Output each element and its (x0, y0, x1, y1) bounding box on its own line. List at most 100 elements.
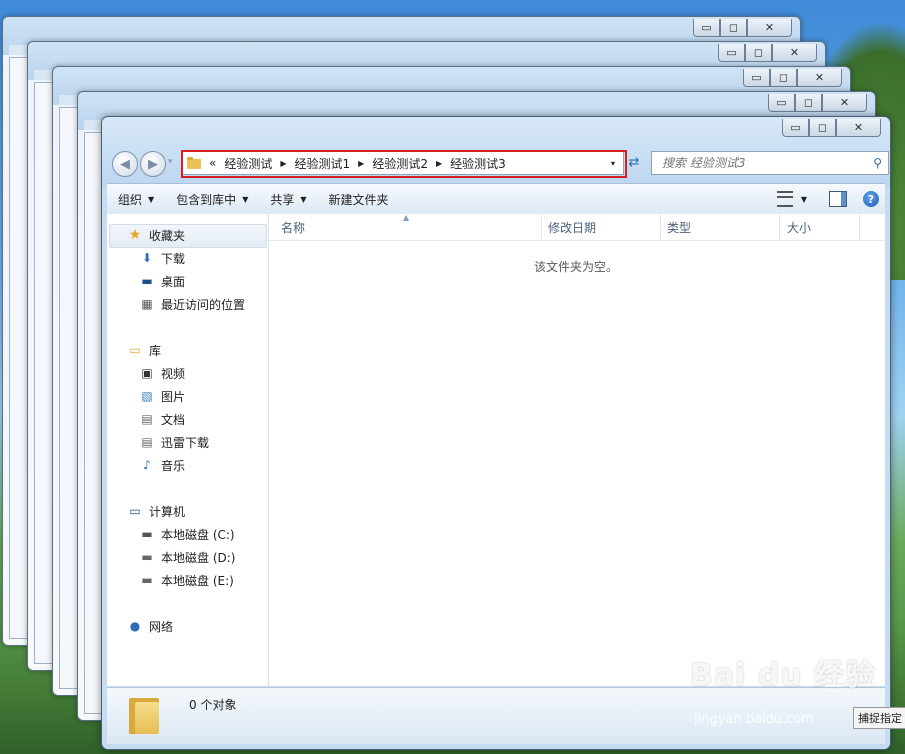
column-headers: ▲ 名称 修改日期 类型 大小 (269, 213, 885, 241)
sidebar-item-drive-d[interactable]: ▬ 本地磁盘 (D:) (139, 546, 235, 568)
sidebar-item-label: 本地磁盘 (C:) (161, 527, 235, 542)
maximize-button[interactable]: ◻ (745, 44, 772, 62)
item-count: 0 个对象 (189, 698, 237, 712)
recent-pages-dropdown[interactable]: ▾ (168, 157, 173, 167)
breadcrumb-overflow[interactable]: « (209, 156, 216, 170)
minimize-button[interactable]: ▭ (782, 119, 809, 137)
minimize-button[interactable]: ▭ (693, 19, 720, 37)
window-controls: ▭ ◻ ✕ (782, 119, 881, 137)
sidebar-item-label: 收藏夹 (149, 228, 186, 243)
system-drive-icon: ▬ (141, 527, 153, 541)
column-header-type[interactable]: 类型 (661, 214, 780, 240)
close-button[interactable]: ✕ (822, 94, 867, 112)
organize-label: 组织 (118, 192, 143, 207)
chevron-down-icon: ▼ (148, 194, 155, 204)
sidebar-item-downloads[interactable]: ⬇ 下载 (139, 247, 185, 269)
command-bar: 组织 ▼ 包含到库中 ▼ 共享 ▼ 新建文件夹 ▼ ? (107, 183, 885, 215)
chevron-down-icon: ▼ (242, 194, 249, 204)
back-button[interactable]: ◀ (112, 151, 138, 177)
close-button[interactable]: ✕ (747, 19, 792, 37)
column-header-label: 类型 (667, 220, 692, 235)
sidebar-item-thunder-downloads[interactable]: ▤ 迅雷下载 (139, 431, 209, 453)
picture-icon: ▧ (141, 389, 153, 403)
new-folder-button[interactable]: 新建文件夹 (318, 191, 400, 208)
sidebar-item-music[interactable]: ♪ 音乐 (139, 454, 185, 476)
view-options-icon[interactable] (776, 191, 793, 207)
column-header-size[interactable]: 大小 (781, 214, 860, 240)
close-button[interactable]: ✕ (836, 119, 881, 137)
folder-icon (187, 157, 201, 169)
minimize-button[interactable]: ▭ (743, 69, 770, 87)
preview-pane-icon[interactable] (829, 191, 847, 207)
sidebar-item-drive-c[interactable]: ▬ 本地磁盘 (C:) (139, 523, 235, 545)
minimize-button[interactable]: ▭ (768, 94, 795, 112)
sidebar-item-drive-e[interactable]: ▬ 本地磁盘 (E:) (139, 569, 234, 591)
chevron-right-icon[interactable]: ▶ (436, 159, 442, 168)
sidebar-item-label: 视频 (161, 366, 186, 381)
sidebar-item-desktop[interactable]: ▬ 桌面 (139, 270, 185, 292)
breadcrumb-item[interactable]: 经验测试 (224, 155, 272, 172)
breadcrumb-item[interactable]: 经验测试1 (295, 155, 351, 172)
chevron-right-icon[interactable]: ▶ (280, 159, 286, 168)
maximize-button[interactable]: ◻ (720, 19, 747, 37)
help-icon[interactable]: ? (863, 191, 879, 207)
chevron-down-icon: ▼ (300, 194, 307, 204)
share-label: 共享 (270, 192, 295, 207)
search-icon[interactable]: ⚲ (873, 156, 882, 170)
sidebar-item-documents[interactable]: ▤ 文档 (139, 408, 185, 430)
window-controls: ▭ ◻ ✕ (693, 19, 792, 37)
drive-icon: ▬ (141, 550, 153, 564)
sidebar-item-label: 图片 (161, 389, 186, 404)
maximize-button[interactable]: ◻ (809, 119, 836, 137)
search-input[interactable] (660, 155, 864, 171)
sidebar-item-label: 最近访问的位置 (161, 297, 246, 312)
sidebar-item-label: 库 (149, 343, 162, 358)
close-button[interactable]: ✕ (797, 69, 842, 87)
recent-places-icon: ▦ (141, 297, 153, 311)
file-list-pane[interactable]: ▲ 名称 修改日期 类型 大小 该文件夹为空。 (269, 213, 885, 686)
chevron-right-icon[interactable]: ▶ (358, 159, 364, 168)
navigation-pane: ★ 收藏夹 ⬇ 下载 ▬ 桌面 ▦ 最近访问的位置 ▭ 库 ▣ 视频 ▧ 图片 … (107, 214, 269, 686)
refresh-icon[interactable]: ⇄ (624, 151, 644, 173)
minimize-button[interactable]: ▭ (718, 44, 745, 62)
sidebar-item-label: 迅雷下载 (161, 435, 210, 450)
drive-icon: ▬ (141, 573, 153, 587)
sidebar-item-pictures[interactable]: ▧ 图片 (139, 385, 185, 407)
explorer-body: ★ 收藏夹 ⬇ 下载 ▬ 桌面 ▦ 最近访问的位置 ▭ 库 ▣ 视频 ▧ 图片 … (107, 213, 885, 686)
address-dropdown-icon[interactable]: ▾ (611, 159, 615, 168)
maximize-button[interactable]: ◻ (770, 69, 797, 87)
column-header-date-modified[interactable]: 修改日期 (542, 214, 661, 240)
folder-icon (129, 694, 159, 734)
include-in-library-label: 包含到库中 (176, 192, 237, 207)
music-icon: ♪ (143, 458, 151, 472)
column-header-label: 修改日期 (548, 220, 597, 235)
window-controls: ▭ ◻ ✕ (718, 44, 817, 62)
sidebar-item-recent-places[interactable]: ▦ 最近访问的位置 (139, 293, 245, 315)
breadcrumb-item[interactable]: 经验测试3 (450, 155, 506, 172)
search-box[interactable]: ⚲ (651, 151, 889, 175)
sidebar-item-libraries[interactable]: ▭ 库 (127, 339, 161, 361)
sidebar-item-label: 本地磁盘 (E:) (161, 573, 234, 588)
close-button[interactable]: ✕ (772, 44, 817, 62)
baidu-watermark: Bai du 经验 (690, 658, 877, 693)
column-header-label: 大小 (787, 220, 812, 235)
organize-button[interactable]: 组织 ▼ (107, 191, 165, 208)
window-controls: ▭ ◻ ✕ (768, 94, 867, 112)
maximize-button[interactable]: ◻ (795, 94, 822, 112)
sidebar-item-computer[interactable]: ▭ 计算机 (127, 500, 185, 522)
forward-button[interactable]: ▶ (140, 151, 166, 177)
sidebar-item-favorites[interactable]: ★ 收藏夹 (127, 224, 185, 246)
sidebar-item-label: 本地磁盘 (D:) (161, 550, 236, 565)
sidebar-item-label: 下载 (161, 251, 186, 266)
chevron-down-icon[interactable]: ▼ (801, 195, 807, 204)
breadcrumb-item[interactable]: 经验测试2 (372, 155, 428, 172)
sidebar-item-network[interactable]: ● 网络 (127, 615, 173, 637)
include-in-library-button[interactable]: 包含到库中 ▼ (165, 191, 259, 208)
library-icon: ▭ (129, 343, 141, 357)
share-button[interactable]: 共享 ▼ (259, 191, 317, 208)
download-icon: ⬇ (141, 251, 153, 265)
address-bar[interactable]: « 经验测试 ▶ 经验测试1 ▶ 经验测试2 ▶ 经验测试3 ▾ (181, 150, 627, 178)
column-header-name[interactable]: 名称 (275, 214, 542, 240)
sidebar-item-label: 音乐 (161, 458, 186, 473)
sidebar-item-videos[interactable]: ▣ 视频 (139, 362, 185, 384)
